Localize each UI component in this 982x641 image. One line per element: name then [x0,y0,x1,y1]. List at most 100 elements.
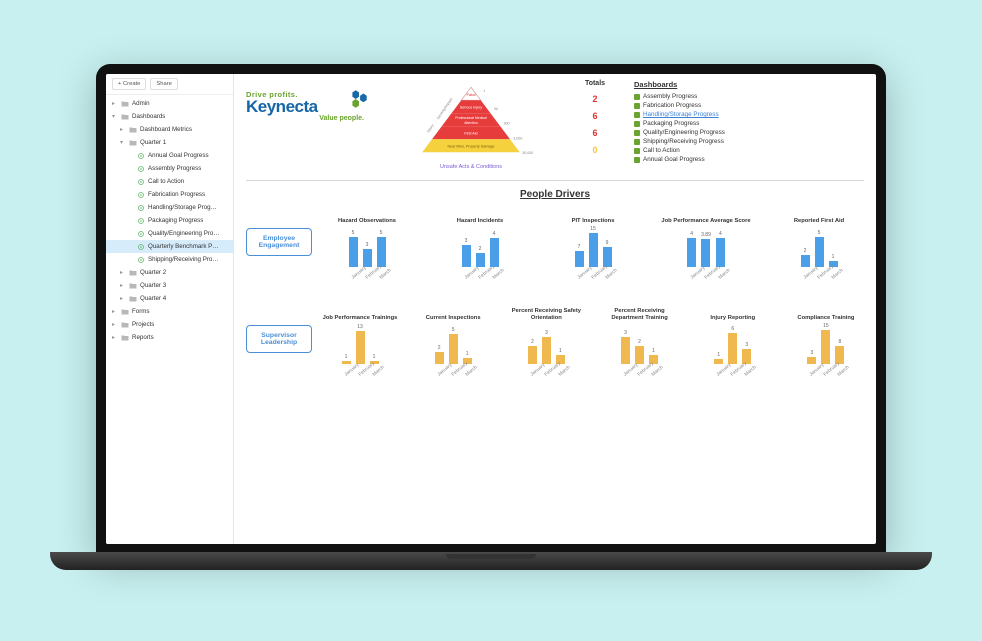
totals-value: 2 [570,94,620,104]
tree-caret-icon: ▸ [112,308,118,315]
tree-item[interactable]: Quality/Engineering Pro… [106,227,233,240]
dashboard-link[interactable]: Call to Action [634,147,864,154]
tree-item[interactable]: Fabrication Progress [106,188,233,201]
tree-item[interactable]: Call to Action [106,175,233,188]
charts-row: Hazard Observations 5 3 5 JanuaryFebruaryMar… [322,208,864,285]
x-axis-label: January [716,368,726,378]
bar-rect [462,245,471,267]
tree-item[interactable]: ▾Dashboards [106,110,233,123]
mini-chart: Job Performance Trainings1131JanuaryFebr… [322,305,398,382]
color-swatch-icon [634,103,640,109]
bars-area: 251 [801,227,838,267]
dashboard-link[interactable]: Assembly Progress [634,93,864,100]
tree-item[interactable]: Packaging Progress [106,214,233,227]
x-axis-label: March [838,368,848,378]
bar: 2 [476,246,485,267]
bar: 2 [435,345,444,364]
sidebar-toolbar: + Create Share [106,74,233,95]
mini-chart-title: Compliance Training [788,305,864,321]
driver-row: Employee EngagementHazard Observations53… [246,208,864,285]
tree-item[interactable]: Handling/Storage Prog… [106,201,233,214]
totals-list: 2660 [570,94,620,155]
bar-rect [490,238,499,267]
gear-icon [137,178,145,186]
bar-rect [363,249,372,267]
app-screen: + Create Share ▸Admin▾Dashboards▸Dashboa… [106,74,876,544]
tree-caret-icon: ▾ [120,139,126,146]
mini-chart-title: Hazard Observations [322,208,412,224]
tree-item[interactable]: Assembly Progress [106,162,233,175]
tree-item[interactable]: ▸Quarter 4 [106,292,233,305]
gear-icon [137,165,145,173]
gear-icon [137,152,145,160]
bar-value-label: 1 [717,352,720,358]
logo-tagline-2: Value people. [246,115,372,122]
bar-rect [635,346,644,364]
x-axis-label: February [824,368,834,378]
tree-item[interactable]: ▸Dashboard Metrics [106,123,233,136]
mini-chart: Hazard Observations535JanuaryFebruaryMar… [322,208,412,285]
safety-pyramid: Fatal Serious Injury Professional Medica… [386,80,556,170]
bar: 3 [807,350,816,364]
tree-item[interactable]: ▸Quarter 3 [106,279,233,292]
dashboard-link[interactable]: Shipping/Receiving Progress [634,138,864,145]
x-axis: JanuaryFebruaryMarch [342,364,379,382]
x-axis-label: March [831,271,841,281]
dashboard-link[interactable]: Handling/Storage Progress [634,111,864,118]
tree-item[interactable]: ▸Quarter 2 [106,266,233,279]
svg-text:30,000: 30,000 [522,151,533,155]
tree-item[interactable]: ▸Admin [106,97,233,110]
bar: 3 [363,242,372,267]
bar: 5 [449,327,458,364]
tree-item-label: Reports [132,334,154,341]
dashboard-link[interactable]: Quality/Engineering Progress [634,129,864,136]
tree-item-label: Assembly Progress [148,165,201,172]
tree-item-label: Annual Goal Progress [148,152,209,159]
bar-rect [349,237,358,267]
dashboard-link-label: Shipping/Receiving Progress [643,138,724,145]
x-axis-label: February [544,368,554,378]
gear-icon [137,243,145,251]
x-axis: JanuaryFebruaryMarch [688,267,725,285]
bar: 1 [714,352,723,364]
x-axis-label: March [379,271,389,281]
bar-value-label: 15 [823,323,829,329]
bar-value-label: 5 [380,230,383,236]
bar-value-label: 3 [465,238,468,244]
tree-caret-icon: ▸ [120,269,126,276]
bar-value-label: 13 [357,324,363,330]
bars-area: 43.894 [687,227,725,267]
svg-text:30: 30 [494,107,498,111]
tree-item[interactable]: Annual Goal Progress [106,149,233,162]
tree-item[interactable]: ▸Reports [106,331,233,344]
bar-value-label: 6 [731,326,734,332]
tree-item[interactable]: ▸Projects [106,318,233,331]
tree-item[interactable]: ▸Forms [106,305,233,318]
bar-rect [687,238,696,267]
mini-chart-title: Job Performance Average Score [661,208,751,224]
dashboard-link[interactable]: Packaging Progress [634,120,864,127]
tree-item[interactable]: Quarterly Benchmark P… [106,240,233,253]
folder-icon [129,269,137,277]
bar: 15 [589,226,598,267]
x-axis-label: February [817,271,827,281]
tree-caret-icon: ▾ [112,113,118,120]
tree-item[interactable]: Shipping/Receiving Pro… [106,253,233,266]
bar-rect [603,247,612,267]
section-title-people-drivers: People Drivers [246,189,864,200]
share-button[interactable]: Share [150,78,177,90]
dashboard-link[interactable]: Fabrication Progress [634,102,864,109]
create-button[interactable]: + Create [112,78,146,90]
tree-item-label: Fabrication Progress [148,191,205,198]
bar: 8 [835,339,844,364]
mini-chart-title: Current Inspections [415,305,491,321]
x-axis-label: February [478,271,488,281]
mini-chart-title: Hazard Incidents [435,208,525,224]
bar: 9 [603,240,612,267]
dashboard-link[interactable]: Annual Goal Progress [634,156,864,163]
bar-value-label: 5 [352,230,355,236]
bar-value-label: 15 [590,226,596,232]
tree-item[interactable]: ▾Quarter 1 [106,136,233,149]
color-swatch-icon [634,112,640,118]
bar-value-label: 3 [811,350,814,356]
